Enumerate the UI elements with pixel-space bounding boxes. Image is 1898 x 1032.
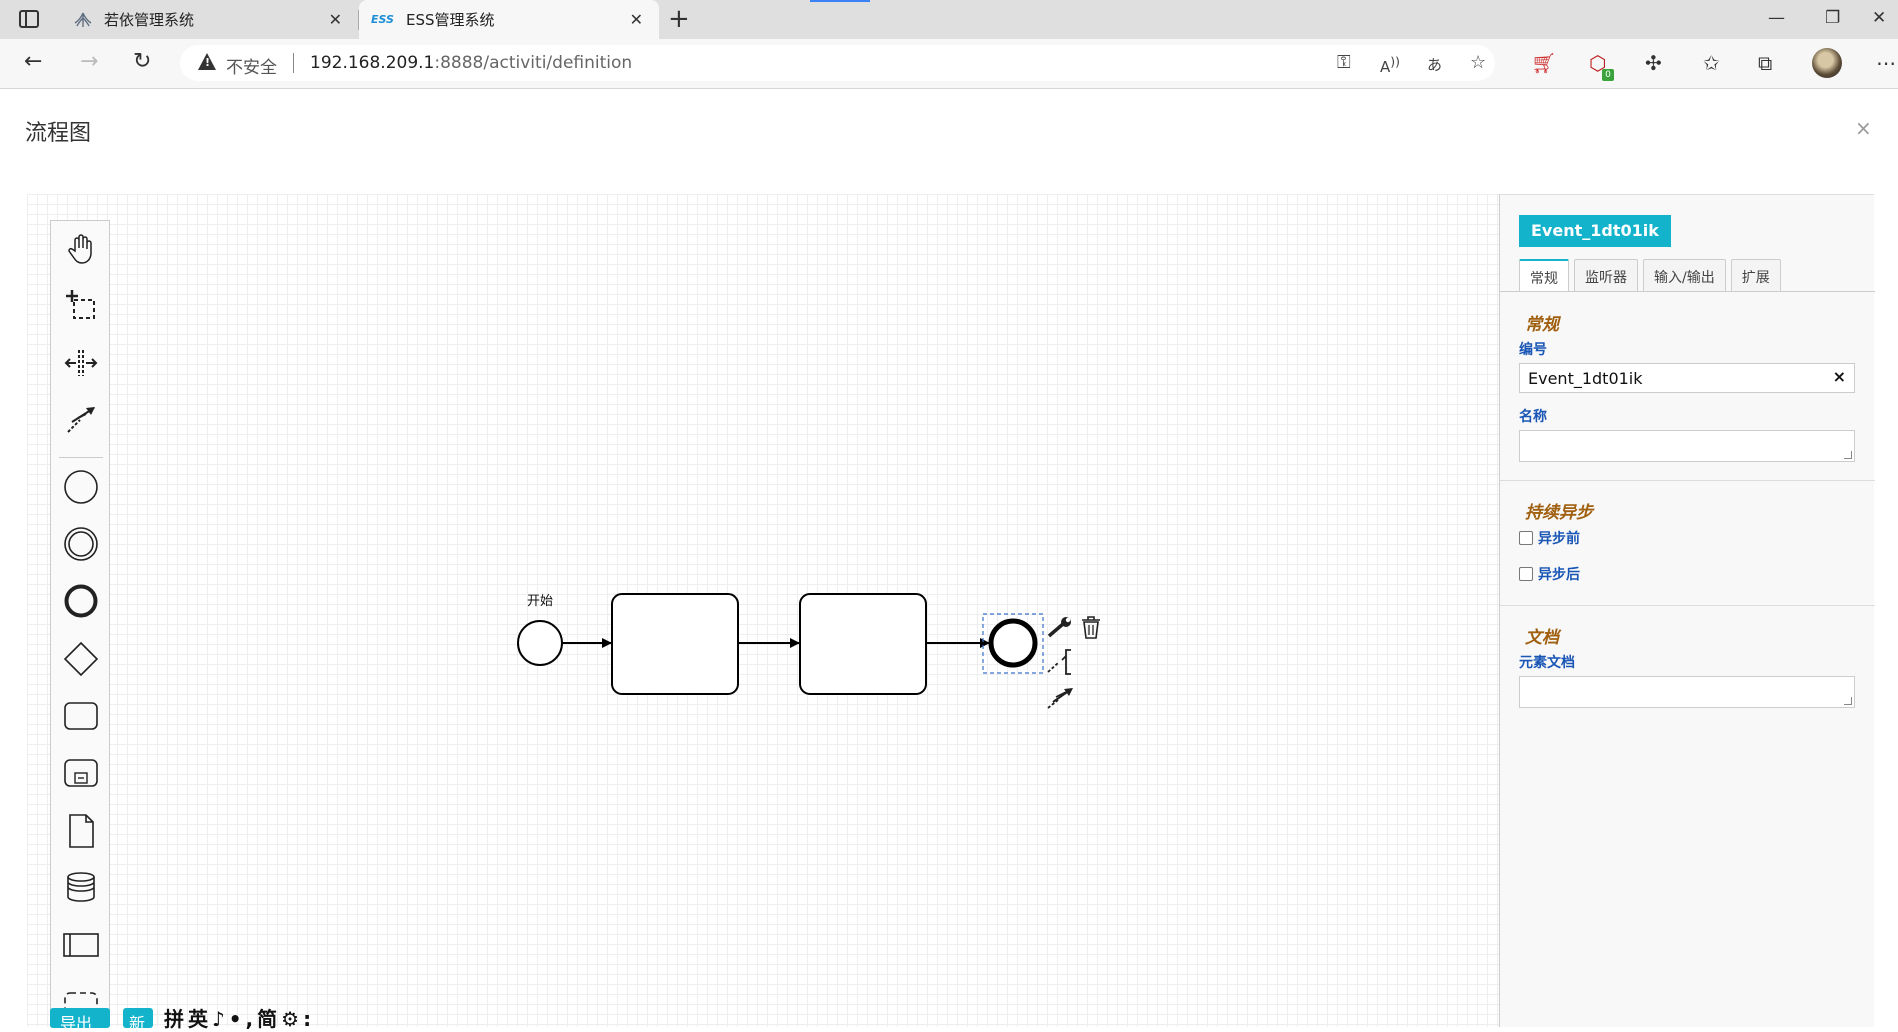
url-host: 192.168.209.1: [310, 53, 435, 73]
clear-id-button[interactable]: ×: [1833, 367, 1846, 386]
dialog-close-button[interactable]: ×: [1855, 116, 1872, 140]
export-button[interactable]: 导出: [50, 1008, 110, 1028]
browser-tab-ruoyi[interactable]: 若依管理系统 ✕: [62, 0, 358, 39]
tab-actions-icon[interactable]: [19, 10, 39, 28]
async-after-label: 异步后: [1538, 567, 1580, 583]
palette-separator: [59, 457, 103, 458]
tabs-underline: [1500, 291, 1875, 292]
ime-toolbar[interactable]: 拼英♪•,简⚙:: [164, 1003, 315, 1032]
data-object-icon[interactable]: [63, 813, 99, 849]
start-event[interactable]: [517, 620, 563, 666]
group-doc-title: 文档: [1525, 628, 1559, 648]
data-store-icon[interactable]: [63, 869, 99, 905]
ess-favicon: ESS: [371, 13, 394, 26]
name-label: 名称: [1519, 409, 1547, 425]
task-1[interactable]: [611, 593, 739, 695]
tab-extensions[interactable]: 扩展: [1730, 259, 1781, 291]
translate-icon[interactable]: あ: [1427, 54, 1442, 75]
read-aloud-icon[interactable]: A)): [1380, 54, 1400, 76]
new-button[interactable]: 新: [123, 1008, 153, 1028]
id-value: Event_1dt01ik: [1528, 369, 1643, 388]
minimize-icon[interactable]: —: [1768, 8, 1785, 28]
task-2[interactable]: [799, 593, 927, 695]
ruoyi-leaf-icon: [74, 12, 92, 27]
documentation-input[interactable]: [1519, 676, 1855, 708]
cart-extension-icon[interactable]: 🛒︎: [1531, 53, 1556, 73]
security-label: 不安全: [226, 58, 277, 78]
loading-indicator: [810, 0, 870, 2]
group-async-title: 持续异步: [1525, 503, 1593, 523]
collections-icon[interactable]: ⧉: [1758, 53, 1772, 73]
element-id-header: Event_1dt01ik: [1519, 215, 1671, 247]
favorites-icon[interactable]: ✩: [1703, 53, 1720, 73]
global-connect-tool-icon[interactable]: [63, 401, 99, 437]
lasso-tool-icon[interactable]: [63, 287, 99, 323]
extensions-icon[interactable]: ✣: [1645, 53, 1662, 73]
dialog-title: 流程图: [25, 121, 92, 146]
more-menu-icon[interactable]: ⋯: [1876, 53, 1896, 73]
checkbox-box[interactable]: [1519, 531, 1533, 545]
end-event-selected[interactable]: [988, 618, 1038, 668]
space-tool-icon[interactable]: [63, 345, 99, 381]
task-icon[interactable]: [63, 698, 99, 734]
key-icon[interactable]: ⚿: [1337, 52, 1351, 73]
tab-title: ESS管理系统: [405, 11, 495, 29]
back-icon[interactable]: ←: [24, 51, 42, 73]
id-input[interactable]: Event_1dt01ik ×: [1519, 363, 1855, 393]
doc-label: 元素文档: [1519, 655, 1575, 671]
end-event-icon[interactable]: [63, 583, 99, 619]
pool-icon[interactable]: [63, 927, 99, 963]
name-input[interactable]: [1519, 430, 1855, 462]
start-event-icon[interactable]: [63, 469, 99, 505]
url-path: :8888/activiti/definition: [434, 53, 633, 73]
restore-icon[interactable]: ❐: [1825, 8, 1840, 28]
tab-general[interactable]: 常规: [1519, 259, 1569, 291]
tab-title: 若依管理系统: [104, 11, 195, 29]
browser-tab-bar: 若依管理系统 ✕ ESS ESS管理系统 ✕ + — ❐ ✕: [0, 0, 1898, 39]
intermediate-event-icon[interactable]: [63, 526, 99, 562]
new-tab-icon[interactable]: +: [668, 6, 690, 32]
group-divider: [1500, 605, 1875, 606]
group-divider: [1500, 480, 1875, 481]
async-after-checkbox[interactable]: 异步后: [1519, 564, 1580, 584]
url-text: 192.168.209.1:8888/activiti/definition: [310, 53, 632, 73]
gateway-icon[interactable]: [63, 641, 99, 677]
subprocess-icon[interactable]: [63, 755, 99, 791]
properties-panel: Event_1dt01ik 常规 监听器 输入/输出 扩展 常规 编号 Even…: [1499, 194, 1875, 1027]
checkbox-box[interactable]: [1519, 567, 1533, 581]
extension-badge: 0: [1602, 69, 1614, 81]
browser-tab-ess[interactable]: ESS ESS管理系统 ✕: [359, 0, 659, 39]
tab-close-icon[interactable]: ✕: [329, 10, 342, 29]
group-general-title: 常规: [1525, 315, 1559, 335]
async-before-label: 异步前: [1538, 531, 1580, 547]
close-window-icon[interactable]: ✕: [1872, 8, 1886, 28]
id-label: 编号: [1519, 342, 1547, 358]
favorite-add-icon[interactable]: ☆: [1470, 52, 1486, 73]
address-bar[interactable]: 不安全 192.168.209.1:8888/activiti/definiti…: [180, 45, 1495, 81]
reload-icon[interactable]: ↻: [133, 51, 151, 73]
properties-tabs: 常规 监听器 输入/输出 扩展: [1519, 259, 1786, 291]
profile-avatar[interactable]: [1812, 48, 1842, 78]
async-before-checkbox[interactable]: 异步前: [1519, 528, 1580, 548]
warning-icon: [198, 53, 216, 70]
bpmn-canvas[interactable]: [27, 194, 1500, 1027]
browser-toolbar: ← → ↻ 不安全 192.168.209.1:8888/activiti/de…: [0, 39, 1898, 89]
tab-close-icon[interactable]: ✕: [630, 10, 643, 29]
hand-tool-icon[interactable]: [63, 231, 99, 267]
address-separator: [293, 53, 294, 73]
tab-input-output[interactable]: 输入/输出: [1643, 259, 1726, 291]
tab-listeners[interactable]: 监听器: [1574, 259, 1638, 291]
forward-icon[interactable]: →: [80, 51, 98, 73]
tool-palette: [50, 220, 110, 1027]
start-event-label: 开始: [527, 594, 554, 609]
